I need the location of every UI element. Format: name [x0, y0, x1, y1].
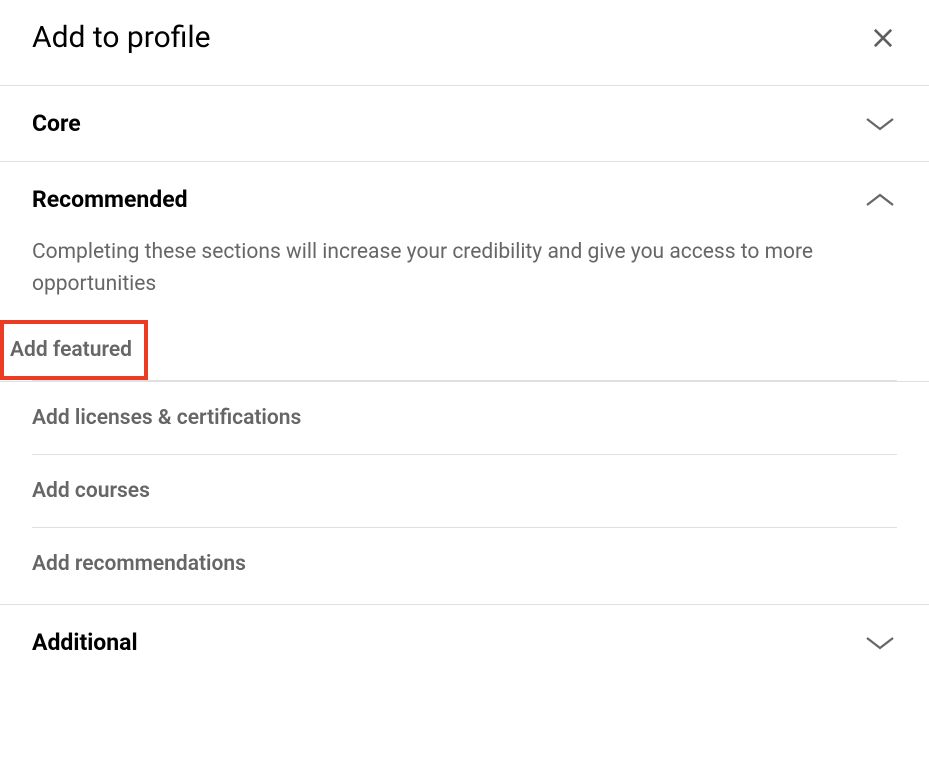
section-additional-header[interactable]: Additional [0, 605, 929, 680]
section-recommended-description: Completing these sections will increase … [0, 237, 929, 320]
section-core: Core [0, 85, 929, 161]
chevron-down-icon [863, 632, 897, 654]
chevron-up-icon [863, 189, 897, 211]
chevron-down-icon [863, 113, 897, 135]
add-featured-item[interactable]: Add featured [10, 338, 132, 362]
add-courses-item[interactable]: Add courses [32, 455, 897, 528]
section-core-title: Core [32, 110, 81, 137]
section-recommended-title: Recommended [32, 186, 188, 213]
section-additional: Additional [0, 604, 929, 680]
section-recommended-header[interactable]: Recommended [0, 162, 929, 237]
add-recommendations-item[interactable]: Add recommendations [32, 528, 897, 604]
close-button[interactable] [869, 24, 897, 52]
section-core-header[interactable]: Core [0, 86, 929, 161]
section-additional-title: Additional [32, 629, 138, 656]
close-icon [869, 24, 897, 52]
section-recommended: Recommended Completing these sections wi… [0, 161, 929, 604]
add-licenses-item[interactable]: Add licenses & certifications [32, 382, 897, 455]
dialog-title: Add to profile [32, 20, 211, 55]
dialog-header: Add to profile [0, 0, 929, 85]
